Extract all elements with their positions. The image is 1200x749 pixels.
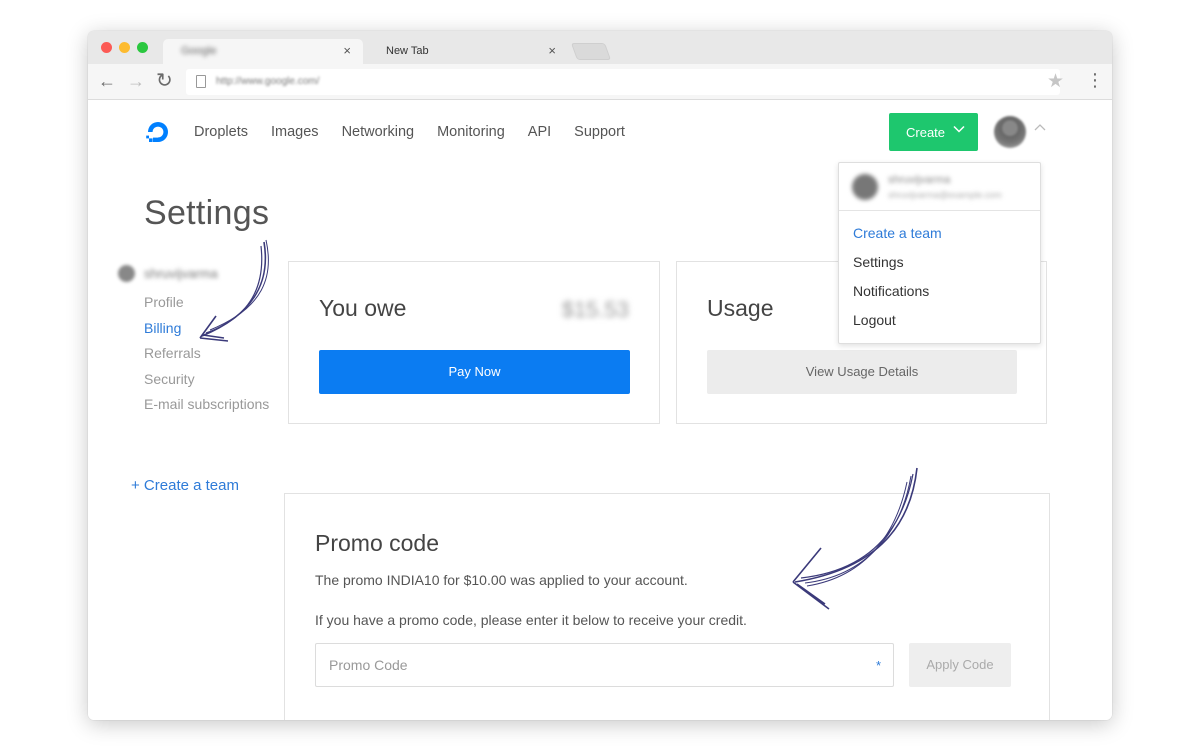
- balance-title: You owe: [319, 295, 407, 321]
- user-menu-dropdown: shruvijvarma shruvijvarma@example.com Cr…: [838, 162, 1041, 344]
- maximize-window-button[interactable]: [137, 42, 148, 53]
- url-text[interactable]: http://www.google.com/: [216, 76, 319, 87]
- tab-new-tab[interactable]: New Tab ×: [368, 39, 568, 64]
- nav-images[interactable]: Images: [271, 124, 319, 140]
- dropdown-email: shruvijvarma@example.com: [888, 190, 1002, 200]
- menu-item-logout[interactable]: Logout: [853, 312, 896, 328]
- dropdown-avatar: [852, 174, 878, 200]
- nav-api[interactable]: API: [528, 124, 551, 140]
- pay-now-button[interactable]: Pay Now: [319, 350, 630, 394]
- chevron-up-icon[interactable]: [1034, 123, 1046, 133]
- tab-title: New Tab: [386, 45, 429, 57]
- sidebar-item-security[interactable]: Security: [144, 371, 195, 387]
- browser-window: Google × New Tab × ← → ↻ http://www.goog…: [88, 31, 1112, 720]
- avatar[interactable]: [994, 116, 1026, 148]
- page-content: Droplets Images Networking Monitoring AP…: [88, 100, 1112, 720]
- create-button[interactable]: Create: [889, 113, 978, 151]
- nav-droplets[interactable]: Droplets: [194, 124, 248, 140]
- promo-help-text: If you have a promo code, please enter i…: [315, 612, 747, 628]
- page-icon: [196, 75, 206, 88]
- tab-strip: Google × New Tab ×: [88, 31, 1112, 64]
- balance-card: You owe $15.53 Pay Now: [288, 261, 660, 424]
- apply-code-button[interactable]: Apply Code: [909, 643, 1011, 687]
- sidebar-item-billing[interactable]: Billing: [144, 320, 181, 336]
- sidebar-item-profile[interactable]: Profile: [144, 294, 184, 310]
- tab-google[interactable]: Google ×: [163, 39, 363, 64]
- promo-title: Promo code: [315, 530, 440, 556]
- sidebar-item-email-subscriptions[interactable]: E-mail subscriptions: [144, 396, 269, 412]
- sidebar-avatar: [118, 265, 135, 282]
- close-window-button[interactable]: [101, 42, 112, 53]
- digitalocean-logo[interactable]: [144, 118, 172, 146]
- page-title: Settings: [144, 194, 270, 232]
- tab-title: Google: [181, 45, 217, 57]
- annotation-arrow-billing: [199, 239, 269, 342]
- arrow-right-icon[interactable]: →: [127, 70, 145, 92]
- new-tab-button[interactable]: [570, 43, 612, 60]
- reload-icon[interactable]: ↻: [156, 70, 173, 92]
- address-bar[interactable]: http://www.google.com/: [186, 69, 1060, 95]
- required-marker: *: [876, 658, 882, 673]
- arrow-left-icon[interactable]: ←: [98, 70, 116, 92]
- nav-networking[interactable]: Networking: [342, 124, 415, 140]
- dropdown-header: shruvijvarma shruvijvarma@example.com: [839, 163, 1040, 211]
- annotation-arrow-promo: [792, 467, 918, 610]
- nav-support[interactable]: Support: [574, 124, 625, 140]
- menu-item-settings[interactable]: Settings: [853, 254, 904, 270]
- usage-title: Usage: [707, 295, 774, 321]
- menu-item-create-team[interactable]: Create a team: [853, 225, 942, 241]
- promo-code-input[interactable]: Promo Code: [315, 643, 894, 687]
- close-tab-icon[interactable]: ×: [343, 43, 351, 58]
- promo-applied-text: The promo INDIA10 for $10.00 was applied…: [315, 572, 688, 588]
- minimize-window-button[interactable]: [119, 42, 130, 53]
- view-usage-button[interactable]: View Usage Details: [707, 350, 1017, 394]
- nav-monitoring[interactable]: Monitoring: [437, 124, 505, 140]
- create-button-label: Create: [906, 125, 946, 140]
- dropdown-username: shruvijvarma: [888, 174, 951, 186]
- balance-amount: $15.53: [561, 297, 629, 322]
- chevron-down-icon: [953, 125, 965, 133]
- main-nav: Droplets Images Networking Monitoring AP…: [194, 124, 648, 140]
- browser-toolbar: ← → ↻ http://www.google.com/ ★ ⋮: [88, 64, 1112, 100]
- promo-card: Promo code The promo INDIA10 for $10.00 …: [284, 493, 1050, 720]
- kebab-menu-icon[interactable]: ⋮: [1086, 71, 1104, 89]
- menu-item-notifications[interactable]: Notifications: [853, 283, 929, 299]
- close-tab-icon[interactable]: ×: [548, 43, 556, 58]
- create-team-link[interactable]: + Create a team: [131, 477, 239, 494]
- star-icon[interactable]: ★: [1047, 70, 1064, 93]
